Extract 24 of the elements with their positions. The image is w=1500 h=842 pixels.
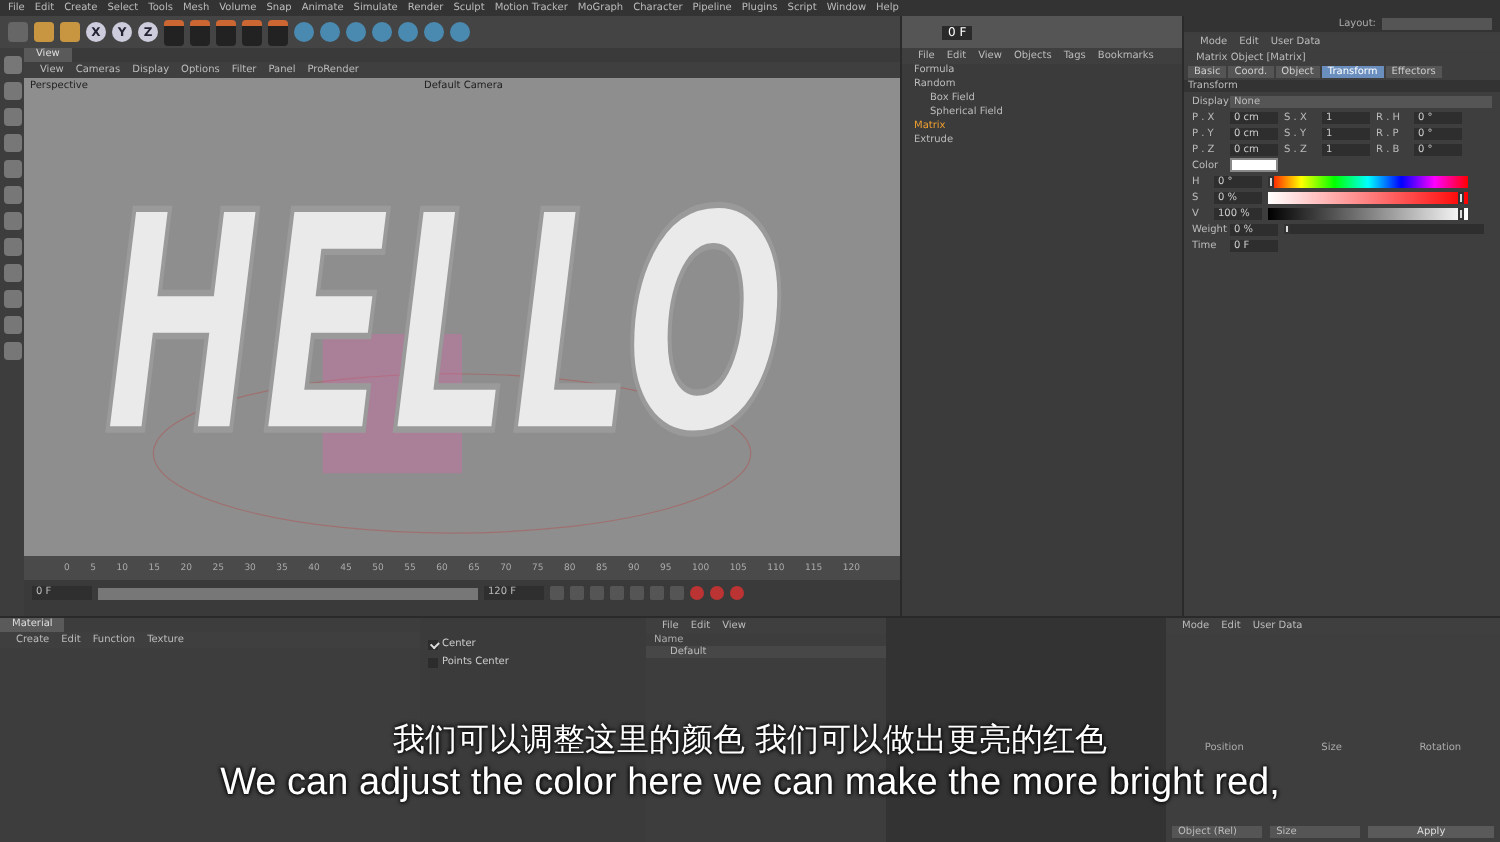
clapper-icon[interactable] <box>164 19 184 45</box>
subtitle-text: We can adjust the color here we can make the more bright red, <box>220 762 1280 806</box>
undo-icon[interactable] <box>8 22 28 42</box>
color-slider[interactable] <box>1268 191 1468 203</box>
color-swatch[interactable] <box>1230 158 1278 172</box>
subtitle-text: 我们可以调整这里的颜色 我们可以做出更亮的红色 <box>392 720 1108 762</box>
clapper-icon[interactable] <box>216 19 236 45</box>
slider-handle[interactable] <box>1458 207 1464 219</box>
move-tool-icon[interactable] <box>34 22 54 42</box>
clapper-icon[interactable] <box>268 19 288 45</box>
slider-handle[interactable] <box>1458 191 1464 203</box>
color-slider[interactable] <box>1268 175 1468 187</box>
timeline-scrollbar[interactable] <box>98 587 478 599</box>
record-key-icon[interactable] <box>710 586 724 600</box>
slider-handle[interactable] <box>1268 175 1274 187</box>
record-key-icon[interactable] <box>730 586 744 600</box>
record-key-icon[interactable] <box>690 586 704 600</box>
rotate-tool-icon[interactable] <box>60 22 80 42</box>
extruded-text-drawing: HELLO <box>24 94 900 554</box>
clapper-icon[interactable] <box>242 19 262 45</box>
weight-slider[interactable] <box>1284 224 1484 234</box>
color-slider[interactable] <box>1268 207 1468 219</box>
clapper-icon[interactable] <box>190 19 210 45</box>
slider-handle[interactable] <box>1284 224 1290 234</box>
